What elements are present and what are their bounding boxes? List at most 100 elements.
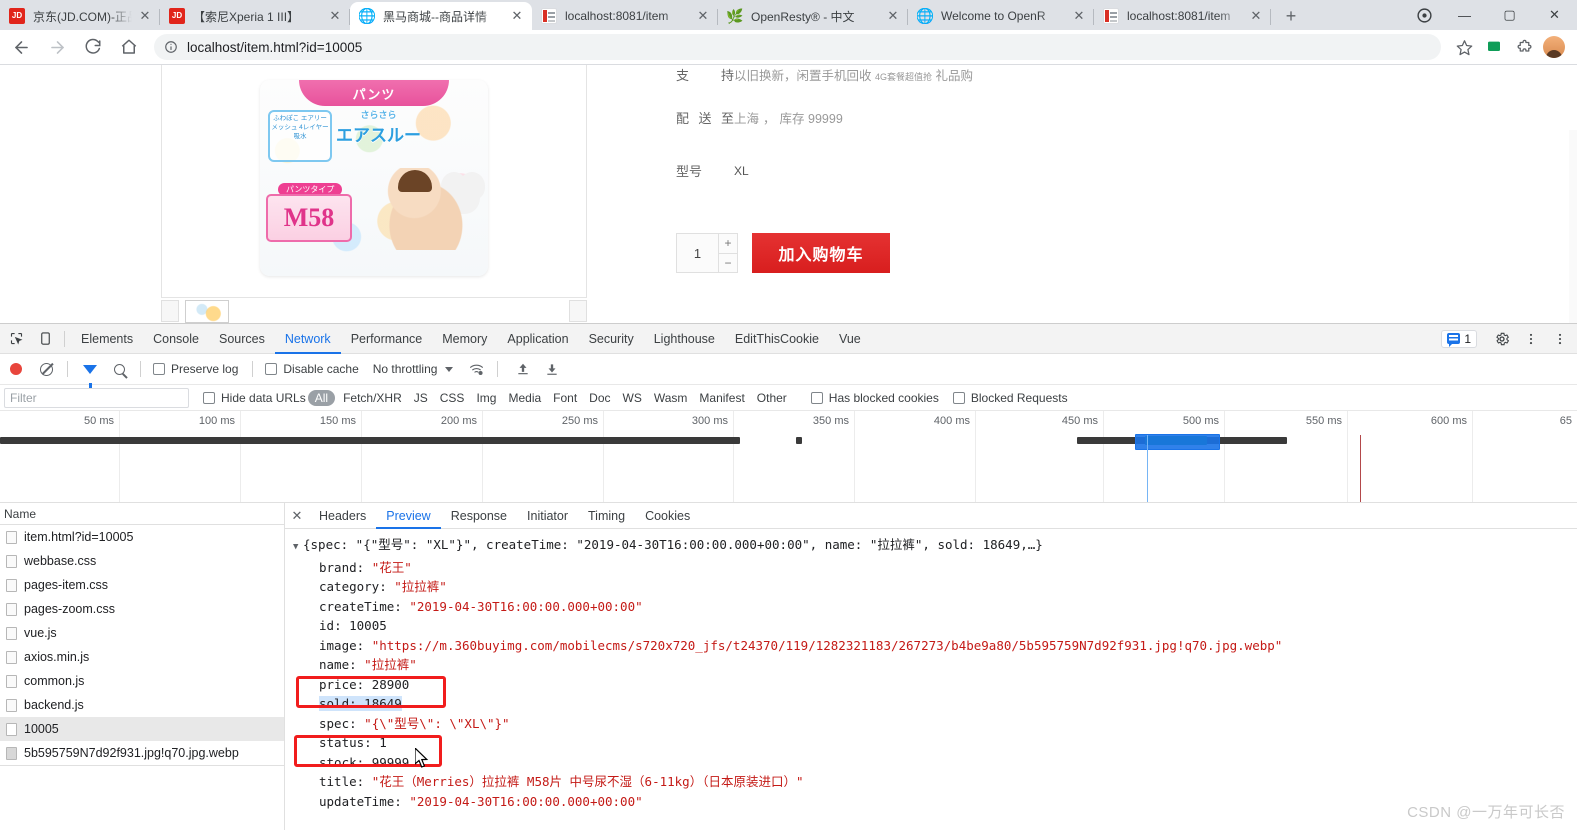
filter-type-media[interactable]: Media	[502, 391, 547, 405]
kebab-menu-icon[interactable]	[1518, 326, 1544, 352]
filter-type-doc[interactable]: Doc	[583, 391, 616, 405]
filter-type-wasm[interactable]: Wasm	[648, 391, 694, 405]
detail-tab-initiator[interactable]: Initiator	[517, 503, 578, 529]
json-preview[interactable]: ▼ {spec: "{"型号": "XL"}", createTime: "201…	[285, 529, 1577, 830]
throttling-select[interactable]: No throttling	[373, 362, 454, 376]
detail-tab-headers[interactable]: Headers	[309, 503, 376, 529]
devtools-scrollbar[interactable]	[1570, 647, 1577, 830]
kebab-menu-icon-2[interactable]	[1547, 326, 1573, 352]
filter-type-all[interactable]: All	[307, 389, 336, 406]
home-button[interactable]	[114, 32, 144, 62]
request-row-7[interactable]: backend.js	[0, 693, 284, 717]
devtools-tab-editthiscookie[interactable]: EditThisCookie	[725, 324, 829, 354]
page-scrollbar[interactable]	[1569, 130, 1577, 323]
hide-data-urls-checkbox[interactable]: Hide data URLs	[203, 391, 306, 405]
thumb-next-button[interactable]	[569, 300, 587, 322]
devtools-tab-memory[interactable]: Memory	[432, 324, 497, 354]
gear-icon[interactable]	[1489, 326, 1515, 352]
reload-button[interactable]	[78, 32, 108, 62]
browser-tab-1[interactable]: JD 【索尼Xperia 1 III】 ✕	[160, 2, 350, 30]
request-row-5[interactable]: axios.min.js	[0, 645, 284, 669]
disable-cache-checkbox[interactable]: Disable cache	[265, 362, 359, 376]
puzzle-icon[interactable]	[1509, 32, 1539, 62]
browser-tab-6[interactable]: localhost:8081/item ✕	[1094, 2, 1271, 30]
quantity-decrement-button[interactable]: −	[719, 254, 737, 273]
extension-icon[interactable]	[1479, 32, 1509, 62]
detail-tab-response[interactable]: Response	[441, 503, 517, 529]
minimize-button[interactable]: —	[1442, 0, 1487, 30]
close-detail-icon[interactable]: ✕	[285, 508, 309, 524]
quantity-stepper[interactable]: 1 + −	[676, 233, 738, 273]
device-toolbar-icon[interactable]	[32, 326, 58, 352]
request-row-9[interactable]: 5b595759N7d92f931.jpg!q70.jpg.webp	[0, 741, 284, 765]
back-button[interactable]	[6, 32, 36, 62]
filter-type-ws[interactable]: WS	[617, 391, 648, 405]
request-row-6[interactable]: common.js	[0, 669, 284, 693]
tab-close-icon[interactable]: ✕	[884, 7, 902, 25]
browser-tab-0[interactable]: JD 京东(JD.COM)-正品低 ✕	[0, 2, 160, 30]
network-conditions-icon[interactable]	[463, 356, 489, 382]
browser-tab-5[interactable]: 🌐 Welcome to OpenR ✕	[908, 2, 1094, 30]
detail-tab-timing[interactable]: Timing	[578, 503, 635, 529]
export-har-icon[interactable]	[539, 356, 565, 382]
search-button[interactable]	[106, 356, 132, 382]
collapse-triangle-icon[interactable]: ▼	[293, 538, 303, 558]
filter-type-font[interactable]: Font	[547, 391, 583, 405]
request-row-3[interactable]: pages-zoom.css	[0, 597, 284, 621]
detail-tab-cookies[interactable]: Cookies	[635, 503, 700, 529]
devtools-tab-elements[interactable]: Elements	[71, 324, 143, 354]
devtools-tab-vue[interactable]: Vue	[829, 324, 871, 354]
devtools-tab-performance[interactable]: Performance	[341, 324, 433, 354]
tab-close-icon[interactable]: ✕	[326, 7, 344, 25]
devtools-tab-network[interactable]: Network	[275, 324, 341, 354]
request-row-0[interactable]: item.html?id=10005	[0, 525, 284, 549]
browser-tab-2[interactable]: 🌐 黑马商城--商品详情 ✕	[350, 2, 532, 30]
spec-value[interactable]: XL	[734, 164, 749, 178]
json-summary-line[interactable]: ▼ {spec: "{"型号": "XL"}", createTime: "201…	[293, 535, 1577, 558]
has-blocked-cookies-checkbox[interactable]: Has blocked cookies	[810, 391, 939, 405]
profile-avatar[interactable]	[1539, 32, 1569, 62]
quantity-increment-button[interactable]: +	[719, 234, 737, 254]
message-count-badge[interactable]: 1	[1441, 329, 1477, 348]
close-window-button[interactable]: ✕	[1532, 0, 1577, 30]
filter-type-js[interactable]: JS	[408, 391, 434, 405]
new-tab-button[interactable]: +	[1277, 2, 1305, 30]
filter-type-fetchxhr[interactable]: Fetch/XHR	[337, 391, 408, 405]
tab-close-icon[interactable]: ✕	[508, 7, 526, 25]
inspect-icon[interactable]	[3, 326, 29, 352]
forward-button[interactable]	[42, 32, 72, 62]
product-image[interactable]: パンツ さらさら エアスルー ふわぽこ エアリーメッシュ 4レイヤー吸水 パンツ…	[161, 65, 587, 298]
quantity-value[interactable]: 1	[677, 234, 718, 272]
filter-type-other[interactable]: Other	[751, 391, 793, 405]
add-to-cart-button[interactable]: 加入购物车	[752, 233, 890, 273]
detail-tab-preview[interactable]: Preview	[376, 503, 440, 529]
filter-type-img[interactable]: Img	[470, 391, 502, 405]
browser-tab-4[interactable]: 🌿 OpenResty® - 中文 ✕	[718, 2, 908, 30]
address-bar[interactable]: localhost/item.html?id=10005	[154, 34, 1441, 60]
request-row-1[interactable]: webbase.css	[0, 549, 284, 573]
preserve-log-checkbox[interactable]: Preserve log	[153, 362, 238, 376]
devtools-tab-security[interactable]: Security	[579, 324, 644, 354]
extensions-badge-icon[interactable]	[1406, 0, 1442, 30]
clear-button[interactable]	[33, 356, 59, 382]
request-row-4[interactable]: vue.js	[0, 621, 284, 645]
record-button[interactable]	[10, 363, 22, 375]
request-list-header[interactable]: Name	[0, 503, 284, 525]
thumbnail-item[interactable]	[185, 299, 229, 323]
devtools-tab-lighthouse[interactable]: Lighthouse	[644, 324, 725, 354]
blocked-requests-checkbox[interactable]: Blocked Requests	[952, 391, 1068, 405]
request-row-2[interactable]: pages-item.css	[0, 573, 284, 597]
filter-type-manifest[interactable]: Manifest	[693, 391, 750, 405]
devtools-tab-console[interactable]: Console	[143, 324, 209, 354]
tab-close-icon[interactable]: ✕	[1247, 7, 1265, 25]
maximize-button[interactable]: ▢	[1487, 0, 1532, 30]
bookmark-star-icon[interactable]	[1449, 32, 1479, 62]
filter-input[interactable]: Filter	[4, 387, 189, 408]
request-row-8[interactable]: 10005	[0, 717, 284, 741]
delivery-city[interactable]: 上海	[734, 112, 759, 126]
tab-close-icon[interactable]: ✕	[136, 7, 154, 25]
filter-button[interactable]	[77, 356, 103, 388]
tab-close-icon[interactable]: ✕	[694, 7, 712, 25]
import-har-icon[interactable]	[510, 356, 536, 382]
browser-tab-3[interactable]: localhost:8081/item ✕	[532, 2, 718, 30]
